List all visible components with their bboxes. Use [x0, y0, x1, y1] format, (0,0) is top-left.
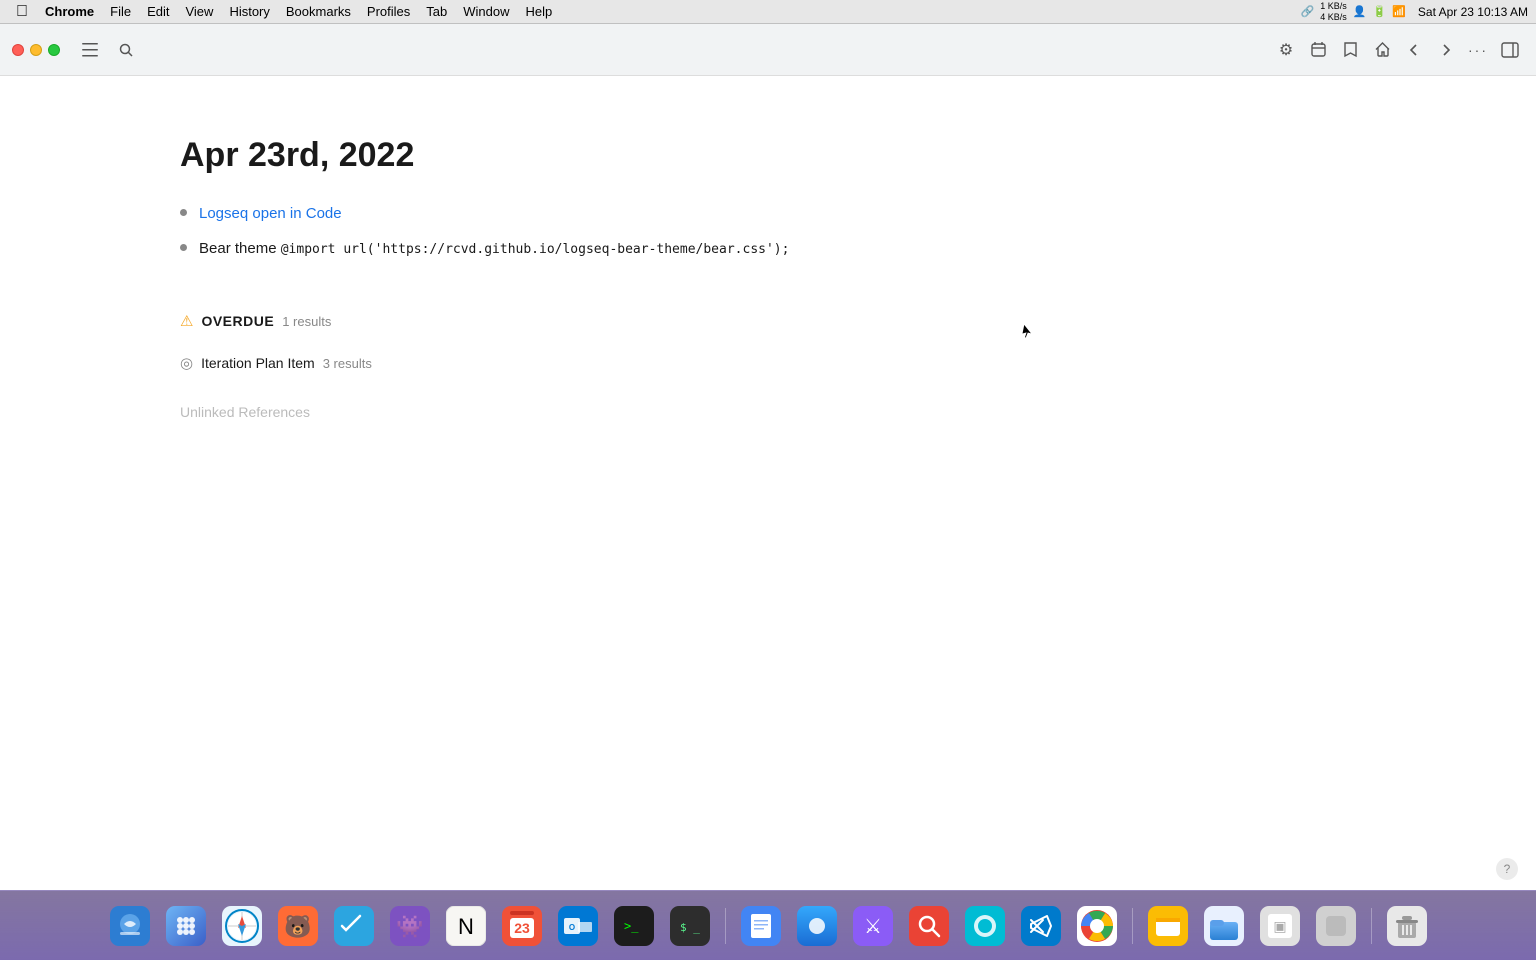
list-item: Logseq open in Code: [180, 203, 1456, 226]
dock: 🐻 👾 N 23 O: [0, 890, 1536, 960]
overdue-count: 1 results: [282, 314, 331, 329]
dock-item-sphero[interactable]: [960, 901, 1010, 951]
menu-bar:  Chrome File Edit View History Bookmark…: [0, 0, 1536, 24]
dock-item-preview[interactable]: ▣: [1255, 901, 1305, 951]
dock-item-bear[interactable]: 🐻: [273, 901, 323, 951]
svg-text:>_: >_: [624, 919, 639, 933]
app-name[interactable]: Chrome: [38, 2, 101, 21]
help-button[interactable]: ?: [1496, 858, 1518, 880]
dock-item-chrome[interactable]: [1072, 901, 1122, 951]
close-button[interactable]: [12, 44, 24, 56]
back-button[interactable]: [1400, 36, 1428, 64]
page-title: Apr 23rd, 2022: [180, 136, 1456, 175]
dock-item-iterm[interactable]: $ _: [665, 901, 715, 951]
clock: Sat Apr 23 10:13 AM: [1418, 5, 1528, 19]
bullet-dot-2: [180, 244, 187, 251]
iteration-icon: ◎: [180, 354, 193, 372]
extension-icon-1[interactable]: ⚙: [1272, 36, 1300, 64]
dock-item-telegram[interactable]: [329, 901, 379, 951]
main-content: Apr 23rd, 2022 Logseq open in Code Bear …: [0, 76, 1536, 890]
svg-text:O: O: [568, 923, 574, 932]
dock-item-trash[interactable]: [1382, 901, 1432, 951]
browser-toolbar: ⚙: [0, 24, 1536, 76]
menu-window[interactable]: Window: [456, 2, 516, 21]
dock-item-docs[interactable]: [736, 901, 786, 951]
battery-icon: 🔋: [1373, 5, 1387, 18]
dock-item-safari[interactable]: [217, 901, 267, 951]
svg-text:⚔: ⚔: [864, 916, 882, 938]
wifi-icon: 📶: [1392, 5, 1406, 18]
overdue-section: ⚠ OVERDUE 1 results: [180, 312, 1456, 330]
menu-tab[interactable]: Tab: [419, 2, 454, 21]
user-icon: 👤: [1353, 5, 1367, 18]
traffic-lights: [12, 44, 60, 56]
menu-bar-right: 🔗 1 KB/s4 KB/s 👤 🔋 📶 Sat Apr 23 10:13 AM: [1301, 1, 1528, 23]
dock-item-folder-blue[interactable]: [1199, 901, 1249, 951]
menu-bookmarks[interactable]: Bookmarks: [279, 2, 358, 21]
menu-profiles[interactable]: Profiles: [360, 2, 417, 21]
dock-item-launchpad[interactable]: [161, 901, 211, 951]
svg-text:🐻: 🐻: [284, 913, 311, 939]
svg-text:N: N: [458, 914, 474, 939]
iteration-section: ◎ Iteration Plan Item 3 results: [180, 354, 1456, 372]
bullet-list: Logseq open in Code Bear theme @import u…: [180, 203, 1456, 272]
menu-file[interactable]: File: [103, 2, 138, 21]
dock-separator-2: [1132, 908, 1133, 944]
menu-history[interactable]: History: [222, 2, 276, 21]
unlinked-references[interactable]: Unlinked References: [180, 404, 1456, 420]
dock-item-notion[interactable]: N: [441, 901, 491, 951]
home-icon[interactable]: [1368, 36, 1396, 64]
dock-separator-3: [1371, 908, 1372, 944]
maximize-button[interactable]: [48, 44, 60, 56]
warning-icon: ⚠: [180, 312, 193, 330]
apple-menu[interactable]: : [8, 3, 36, 21]
browser-right-tools: ⚙: [1272, 36, 1524, 64]
svg-text:▣: ▣: [1273, 918, 1286, 934]
svg-text:23: 23: [514, 920, 530, 936]
dock-item-outlook[interactable]: O: [553, 901, 603, 951]
list-item: Bear theme @import url('https://rcvd.git…: [180, 238, 1456, 261]
menu-bar-left:  Chrome File Edit View History Bookmark…: [8, 2, 559, 21]
iteration-label: Iteration Plan Item: [201, 355, 315, 371]
more-options-button[interactable]: ···: [1464, 36, 1492, 64]
network-icon: 🔗: [1301, 5, 1315, 18]
dock-item-finder[interactable]: [105, 901, 155, 951]
dock-item-game[interactable]: ⚔: [848, 901, 898, 951]
browser-left-tools: [76, 36, 140, 64]
bookmark-icon[interactable]: [1336, 36, 1364, 64]
minimize-button[interactable]: [30, 44, 42, 56]
bullet-text-2: Bear theme @import url('https://rcvd.git…: [199, 238, 789, 261]
svg-text:$ _: $ _: [680, 921, 700, 934]
dock-item-terminal[interactable]: >_: [609, 901, 659, 951]
dock-item-files[interactable]: [1143, 901, 1193, 951]
bullet-link-text: Logseq open in Code: [199, 203, 342, 226]
bullet-dot: [180, 209, 187, 216]
sidebar-panel-button[interactable]: [1496, 36, 1524, 64]
extension-icon-calendar[interactable]: [1304, 36, 1332, 64]
network-stats: 1 KB/s4 KB/s: [1320, 1, 1347, 23]
code-snippet: @import url('https://rcvd.github.io/logs…: [281, 242, 790, 257]
menu-view[interactable]: View: [178, 2, 220, 21]
dock-item-search[interactable]: [904, 901, 954, 951]
svg-text:👾: 👾: [396, 914, 423, 939]
forward-button[interactable]: [1432, 36, 1460, 64]
dock-item-alien[interactable]: 👾: [385, 901, 435, 951]
iteration-count: 3 results: [323, 356, 372, 371]
dock-item-fantastical[interactable]: 23: [497, 901, 547, 951]
dock-item-vscode[interactable]: [1016, 901, 1066, 951]
logseq-link[interactable]: Logseq open in Code: [199, 205, 342, 222]
sidebar-toggle-button[interactable]: [76, 36, 104, 64]
dock-item-appx[interactable]: [792, 901, 842, 951]
menu-edit[interactable]: Edit: [140, 2, 176, 21]
menu-help[interactable]: Help: [519, 2, 560, 21]
search-button[interactable]: [112, 36, 140, 64]
overdue-label: OVERDUE: [201, 313, 274, 329]
dock-item-app-gray[interactable]: [1311, 901, 1361, 951]
dock-separator: [725, 908, 726, 944]
